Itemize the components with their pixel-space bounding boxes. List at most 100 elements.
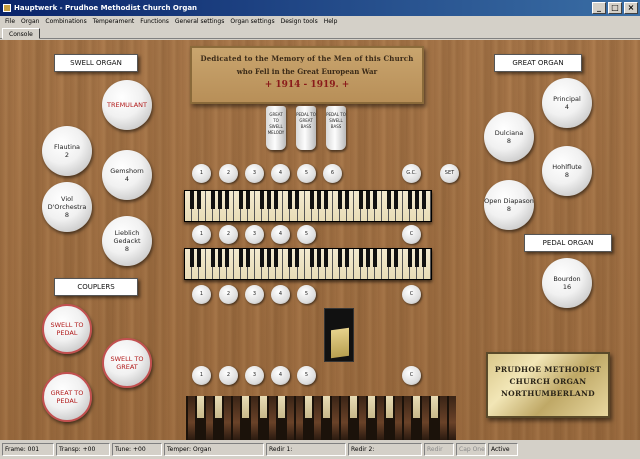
menu-file[interactable]: File <box>2 16 18 27</box>
swell-expression-pedal[interactable] <box>324 308 354 362</box>
black-key[interactable] <box>372 191 377 209</box>
general-piston-1[interactable]: 1 <box>192 164 211 183</box>
tab-pedal-to-swell-bass[interactable]: PEDAL TO SWELL BASS <box>326 106 346 150</box>
pedal-key[interactable] <box>431 396 438 418</box>
pedal-key[interactable] <box>359 396 366 440</box>
great-cancel-piston[interactable]: C <box>402 285 421 304</box>
black-key[interactable] <box>365 249 370 267</box>
menu-organ-settings[interactable]: Organ settings <box>227 16 277 27</box>
black-key[interactable] <box>274 191 279 209</box>
stop-principal[interactable]: Principal 4 <box>542 78 592 128</box>
pedal-key[interactable] <box>206 396 213 440</box>
black-key[interactable] <box>246 191 251 209</box>
pedal-key[interactable] <box>296 396 303 440</box>
swell-piston-1[interactable]: 1 <box>192 225 211 244</box>
black-key[interactable] <box>190 249 195 267</box>
pedal-key[interactable] <box>377 396 384 440</box>
great-manual[interactable] <box>184 248 432 280</box>
black-key[interactable] <box>211 191 216 209</box>
pedal-key[interactable] <box>197 396 204 418</box>
close-button[interactable]: × <box>624 2 638 14</box>
black-key[interactable] <box>323 191 328 209</box>
tab-pedal-to-great-bass[interactable]: PEDAL TO GREAT BASS <box>296 106 316 150</box>
toe-cancel-piston[interactable]: C <box>402 366 421 385</box>
coupler-swell-to-pedal[interactable]: SWELL TO PEDAL <box>42 304 92 354</box>
black-key[interactable] <box>372 249 377 267</box>
tab-great-to-swell-melody[interactable]: GREAT TO SWELL MELODY <box>266 106 286 150</box>
black-key[interactable] <box>414 249 419 267</box>
black-key[interactable] <box>344 249 349 267</box>
stop-hohlflute[interactable]: Hohlflute 8 <box>542 146 592 196</box>
pedal-key[interactable] <box>314 396 321 440</box>
black-key[interactable] <box>295 249 300 267</box>
black-key[interactable] <box>197 249 202 267</box>
great-piston-1[interactable]: 1 <box>192 285 211 304</box>
pedal-key[interactable] <box>386 396 393 418</box>
general-piston-6[interactable]: 6 <box>323 164 342 183</box>
minimize-button[interactable]: _ <box>592 2 606 14</box>
pedal-key[interactable] <box>323 396 330 418</box>
menu-combinations[interactable]: Combinations <box>42 16 89 27</box>
toe-piston-5[interactable]: 5 <box>297 366 316 385</box>
black-key[interactable] <box>260 191 265 209</box>
black-key[interactable] <box>407 191 412 209</box>
pedal-key[interactable] <box>368 396 375 418</box>
pedal-key[interactable] <box>242 396 249 418</box>
pedal-key[interactable] <box>350 396 357 418</box>
black-key[interactable] <box>365 191 370 209</box>
pedal-key[interactable] <box>260 396 267 418</box>
black-key[interactable] <box>218 249 223 267</box>
stop-flautina[interactable]: Flautina 2 <box>42 126 92 176</box>
set-piston[interactable]: SET <box>440 164 459 183</box>
black-key[interactable] <box>323 249 328 267</box>
black-key[interactable] <box>225 191 230 209</box>
black-key[interactable] <box>393 249 398 267</box>
black-key[interactable] <box>267 191 272 209</box>
swell-piston-3[interactable]: 3 <box>245 225 264 244</box>
swell-cancel-piston[interactable]: C <box>402 225 421 244</box>
pedal-key[interactable] <box>440 396 447 440</box>
pedal-key[interactable] <box>395 396 402 440</box>
black-key[interactable] <box>239 249 244 267</box>
stop-open-diapason[interactable]: Open Diapason 8 <box>484 180 534 230</box>
stop-gemshorn[interactable]: Gemshorn 4 <box>102 150 152 200</box>
black-key[interactable] <box>358 249 363 267</box>
menu-design-tools[interactable]: Design tools <box>278 16 321 27</box>
toe-piston-2[interactable]: 2 <box>219 366 238 385</box>
general-piston-2[interactable]: 2 <box>219 164 238 183</box>
pedal-key[interactable] <box>188 396 195 440</box>
black-key[interactable] <box>309 191 314 209</box>
black-key[interactable] <box>414 191 419 209</box>
menu-temperament[interactable]: Temperament <box>90 16 138 27</box>
black-key[interactable] <box>267 249 272 267</box>
pedal-key[interactable] <box>404 396 411 440</box>
swell-piston-2[interactable]: 2 <box>219 225 238 244</box>
black-key[interactable] <box>386 249 391 267</box>
toe-piston-3[interactable]: 3 <box>245 366 264 385</box>
menu-general-settings[interactable]: General settings <box>172 16 227 27</box>
black-key[interactable] <box>218 191 223 209</box>
black-key[interactable] <box>393 191 398 209</box>
toe-piston-1[interactable]: 1 <box>192 366 211 385</box>
black-key[interactable] <box>288 191 293 209</box>
menu-functions[interactable]: Functions <box>137 16 172 27</box>
tab-console[interactable]: Console <box>2 28 40 39</box>
stop-lieblich-gedackt[interactable]: Lieblich Gedackt 8 <box>102 216 152 266</box>
pedal-key[interactable] <box>224 396 231 440</box>
pedal-key[interactable] <box>278 396 285 418</box>
black-key[interactable] <box>225 249 230 267</box>
pedal-key[interactable] <box>215 396 222 418</box>
black-key[interactable] <box>211 249 216 267</box>
black-key[interactable] <box>295 191 300 209</box>
black-key[interactable] <box>344 191 349 209</box>
pedal-key[interactable] <box>305 396 312 418</box>
great-piston-3[interactable]: 3 <box>245 285 264 304</box>
pedal-key[interactable] <box>413 396 420 418</box>
pedal-key[interactable] <box>332 396 339 440</box>
coupler-great-to-pedal[interactable]: GREAT TO PEDAL <box>42 372 92 422</box>
black-key[interactable] <box>239 191 244 209</box>
stop-dulciana[interactable]: Dulciana 8 <box>484 112 534 162</box>
pedal-key[interactable] <box>287 396 294 440</box>
pedal-key[interactable] <box>251 396 258 440</box>
black-key[interactable] <box>246 249 251 267</box>
